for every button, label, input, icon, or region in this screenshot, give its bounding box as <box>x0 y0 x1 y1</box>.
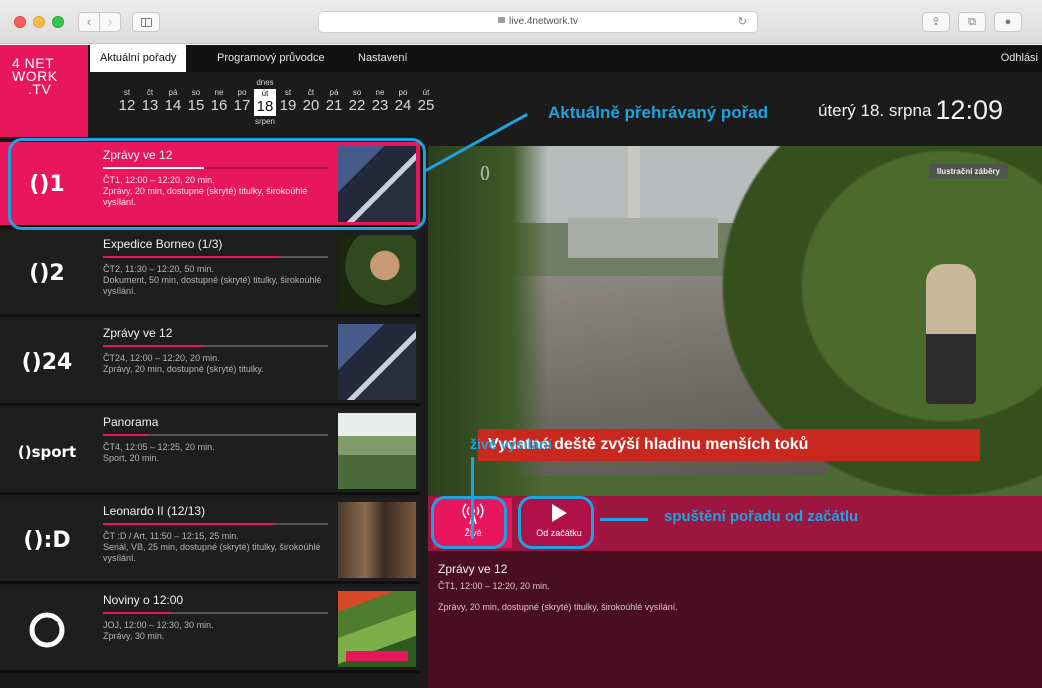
tab-settings[interactable]: Nastavení <box>348 45 418 72</box>
share-button[interactable]: ⇪ <box>922 12 950 32</box>
date-item[interactable]: so 15 <box>185 89 207 115</box>
extension-icon: ● <box>1004 16 1012 28</box>
program-thumbnail <box>338 502 416 578</box>
joj-logo-icon <box>0 587 94 673</box>
program-title: Panorama <box>103 415 159 429</box>
channel-logo: ()sport <box>17 443 77 461</box>
current-time: 12:09 <box>935 95 1003 125</box>
annotation-live-frame <box>431 496 507 549</box>
program-meta: ČT4, 12:05 – 12:25, 20 min. Sport, 20 min… <box>103 442 215 463</box>
today-box: út 18 <box>254 89 276 116</box>
program-thumbnail <box>338 235 416 311</box>
chevron-left-icon: ‹ <box>86 14 92 29</box>
program-meta: ČT2, 11:30 – 12:20, 50 min. Dokument, 50 … <box>103 264 322 296</box>
url-text: live.4network.tv <box>509 16 578 27</box>
today-label: dnes <box>256 78 274 87</box>
date-item-today[interactable]: dnes út 18 srpen <box>254 77 276 128</box>
close-window-button[interactable] <box>14 16 26 28</box>
program-meta: ČT24, 12:00 – 12:20, 20 min. Zprávy, 20 m… <box>103 353 264 374</box>
program-progress <box>103 523 328 525</box>
reload-icon[interactable]: ↻ <box>738 12 747 32</box>
lock-icon <box>498 17 506 23</box>
channel-row-ct-d[interactable]: ():D Leonardo II (12/13) ČT :D / Art, 11… <box>0 498 420 584</box>
tab-program-guide[interactable]: Programový průvodce <box>207 45 335 72</box>
program-progress <box>103 345 328 347</box>
current-date: úterý 18. srpna <box>818 101 932 120</box>
program-title: Noviny o 12:00 <box>103 593 184 607</box>
app-window: 4 NET WORK .TV Aktuální pořady Programov… <box>0 45 1042 688</box>
program-info-meta: ČT1, 12:00 – 12:20, 20 min. <box>438 581 550 591</box>
logo-line-3: .TV <box>28 81 52 97</box>
extension-button[interactable]: ● <box>994 12 1022 32</box>
video-tag: Ilustrační záběry <box>928 164 1008 179</box>
channel-logo: ()2 <box>29 261 65 286</box>
video-channel-logo: () <box>480 164 490 181</box>
tabs-overview-button[interactable]: ⧉ <box>958 12 986 32</box>
logout-link[interactable]: Odhlási <box>1001 45 1038 72</box>
program-title: Leonardo II (12/13) <box>103 504 206 518</box>
top-navigation: Aktuální pořady Programový průvodce Nast… <box>88 45 1042 72</box>
tab-current-programs[interactable]: Aktuální pořady <box>90 45 187 72</box>
channel-row-ct24[interactable]: ()24 Zprávy ve 12 ČT24, 12:00 – 12:20, 2… <box>0 320 420 406</box>
4network-logo[interactable]: 4 NET WORK .TV <box>0 45 88 137</box>
program-progress <box>103 256 328 258</box>
sidebar-icon <box>141 18 152 27</box>
program-progress <box>103 434 328 436</box>
annotation-live: živé vysílání <box>470 436 552 452</box>
back-button[interactable]: ‹ <box>78 12 100 32</box>
channel-logo: ():D <box>23 528 71 553</box>
address-bar[interactable]: live.4network.tv ↻ <box>318 11 758 33</box>
date-item[interactable]: ne 16 <box>208 89 230 115</box>
annotation-highlight-current <box>8 138 426 230</box>
annotation-start: spuštění pořadu od začátlu <box>664 508 859 525</box>
minimize-window-button[interactable] <box>33 16 45 28</box>
channel-row-joj[interactable]: Noviny o 12:00 JOJ, 12:00 – 12:30, 30 mi… <box>0 587 420 673</box>
forward-button[interactable]: › <box>99 12 121 32</box>
date-item[interactable]: ne 23 <box>369 89 391 115</box>
date-item[interactable]: po 17 <box>231 89 253 115</box>
video-caption: Vydatné deště zvýší hladinu menších toků <box>478 429 980 461</box>
date-item[interactable]: pá 21 <box>323 89 345 115</box>
program-info-description: Zprávy, 20 min, dostupné (skryté) titulk… <box>438 602 678 612</box>
tabs-icon: ⧉ <box>968 16 976 28</box>
browser-toolbar: ‹ › live.4network.tv ↻ ⇪ ⧉ ● <box>0 0 1042 44</box>
zoom-window-button[interactable] <box>52 16 64 28</box>
annotation-start-frame <box>518 496 594 549</box>
program-thumbnail <box>338 324 416 400</box>
annotation-start-line <box>600 518 648 521</box>
share-icon: ⇪ <box>931 16 941 28</box>
date-item[interactable]: so 22 <box>346 89 368 115</box>
channel-row-ct2[interactable]: ()2 Expedice Borneo (1/3) ČT2, 11:30 – 1… <box>0 231 420 317</box>
channel-row-ct-sport[interactable]: ()sport Panorama ČT4, 12:05 – 12:25, 20 … <box>0 409 420 495</box>
program-meta: ČT :D / Art, 11:50 – 12:15, 25 min. Seriá… <box>103 531 321 563</box>
program-meta: JOJ, 12:00 – 12:30, 30 min. Zprávy, 30 mi… <box>103 620 214 641</box>
annotation-now-playing: Aktuálně přehrávaný pořad <box>548 103 769 122</box>
program-info-title: Zprávy ve 12 <box>438 562 508 576</box>
chevron-right-icon: › <box>107 14 113 29</box>
program-thumbnail <box>338 413 416 489</box>
sidebar-toggle-button[interactable] <box>132 12 160 32</box>
program-progress <box>103 612 328 614</box>
date-item[interactable]: po 24 <box>392 89 414 115</box>
date-item[interactable]: čt 13 <box>139 89 161 115</box>
program-info-panel: Zprávy ve 12 ČT1, 12:00 – 12:20, 20 min.… <box>428 551 1042 688</box>
channel-logo: ()24 <box>21 350 73 375</box>
program-thumbnail <box>338 591 416 667</box>
date-item[interactable]: st 12 <box>116 89 138 115</box>
program-title: Expedice Borneo (1/3) <box>103 237 223 251</box>
date-item[interactable]: st 19 <box>277 89 299 115</box>
date-item[interactable]: út 25 <box>415 89 437 115</box>
program-title: Zprávy ve 12 <box>103 326 173 340</box>
date-item[interactable]: pá 14 <box>162 89 184 115</box>
month-label: srpen <box>254 117 275 126</box>
current-datetime: úterý 18. srpna 12:09 <box>818 92 1003 125</box>
date-item[interactable]: čt 20 <box>300 89 322 115</box>
